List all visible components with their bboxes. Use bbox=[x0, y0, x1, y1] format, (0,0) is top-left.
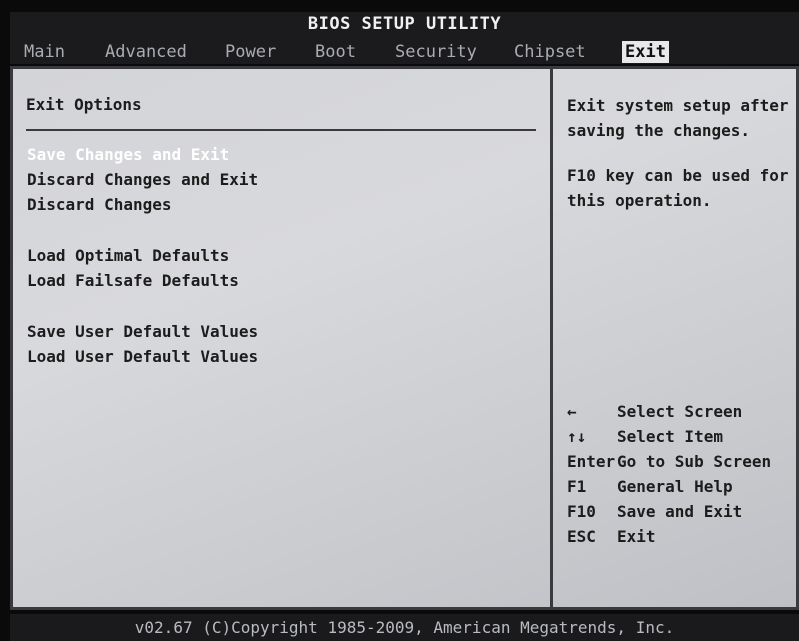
app-title: BIOS SETUP UTILITY bbox=[307, 14, 502, 34]
key-action: Select Item bbox=[617, 427, 723, 446]
option-discard-changes[interactable]: Discard Changes bbox=[27, 195, 172, 214]
help-text: Exit system setup after saving the chang… bbox=[567, 96, 789, 140]
option-save-user-default-values[interactable]: Save User Default Values bbox=[27, 322, 258, 341]
panel-divider bbox=[550, 69, 553, 607]
key-name: F1 bbox=[567, 477, 587, 496]
up-down-arrow-icon: ↑↓ bbox=[567, 427, 587, 446]
key-action: Exit bbox=[617, 527, 656, 546]
key-name: F10 bbox=[567, 502, 596, 521]
help-text-shortcut: F10 key can be used for this operation. bbox=[567, 166, 789, 210]
tab-advanced[interactable]: Advanced bbox=[105, 41, 187, 63]
tab-chipset[interactable]: Chipset bbox=[514, 41, 586, 63]
left-arrow-icon: ← bbox=[567, 402, 577, 421]
tab-power[interactable]: Power bbox=[225, 41, 276, 63]
key-action: Save and Exit bbox=[617, 502, 743, 521]
tab-exit[interactable]: Exit bbox=[622, 41, 669, 63]
copyright-footer: v02.67 (C)Copyright 1985-2009, American … bbox=[10, 614, 799, 641]
key-name: ESC bbox=[567, 527, 596, 546]
option-load-failsafe-defaults[interactable]: Load Failsafe Defaults bbox=[27, 271, 239, 290]
key-action: Go to Sub Screen bbox=[617, 452, 772, 471]
main-panel: Exit Options Save Changes and Exit Disca… bbox=[10, 66, 799, 610]
key-legend-row: ← Select Screen bbox=[567, 399, 771, 424]
help-panel: Exit system setup after saving the chang… bbox=[567, 93, 793, 233]
key-legend-row: ↑↓ Select Item bbox=[567, 424, 771, 449]
tab-main[interactable]: Main bbox=[24, 41, 65, 63]
key-legend-row: F1 General Help bbox=[567, 474, 771, 499]
tab-boot[interactable]: Boot bbox=[315, 41, 356, 63]
section-title: Exit Options bbox=[26, 95, 142, 114]
key-legend-row: Enter Go to Sub Screen bbox=[567, 449, 771, 474]
tab-security[interactable]: Security bbox=[395, 41, 477, 63]
option-save-changes-and-exit[interactable]: Save Changes and Exit bbox=[27, 145, 229, 164]
key-legend-row: ESC Exit bbox=[567, 524, 771, 549]
option-load-user-default-values[interactable]: Load User Default Values bbox=[27, 347, 258, 366]
option-discard-changes-and-exit[interactable]: Discard Changes and Exit bbox=[27, 170, 258, 189]
key-action: Select Screen bbox=[617, 402, 743, 421]
section-title-rule bbox=[26, 129, 536, 131]
key-legend: ← Select Screen ↑↓ Select Item Enter Go to … bbox=[567, 399, 771, 549]
key-name: Enter bbox=[567, 452, 616, 471]
option-load-optimal-defaults[interactable]: Load Optimal Defaults bbox=[27, 246, 229, 265]
key-action: General Help bbox=[617, 477, 733, 496]
title-bar: BIOS SETUP UTILITY Main Advanced Power B… bbox=[10, 12, 799, 64]
key-legend-row: F10 Save and Exit bbox=[567, 499, 771, 524]
